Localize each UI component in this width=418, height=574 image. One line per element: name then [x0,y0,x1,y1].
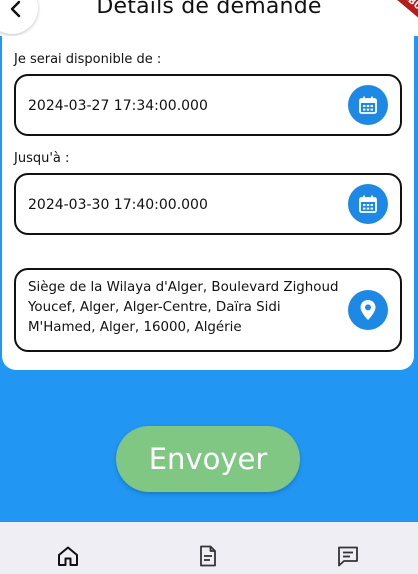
location-button[interactable] [348,290,388,330]
available-to-field[interactable]: 2024-03-30 17:40:00.000 [14,173,402,235]
address-field[interactable]: Siège de la Wilaya d'Alger, Boulevard Zi… [14,268,402,352]
app-bar: Détails de demande DEBUG [0,0,418,36]
page-title: Détails de demande [96,0,322,19]
calendar-icon [359,96,377,114]
send-button[interactable]: Envoyer [116,426,300,492]
chat-icon[interactable] [336,544,360,568]
from-calendar-button[interactable] [348,85,388,125]
calendar-icon [359,195,377,213]
to-calendar-button[interactable] [348,184,388,224]
home-icon[interactable] [56,544,80,568]
available-to-label: Jusqu'à : [14,151,70,166]
available-from-label: Je serai disponible de : [14,52,162,67]
available-to-value: 2024-03-30 17:40:00.000 [28,197,208,213]
available-from-field[interactable]: 2024-03-27 17:34:00.000 [14,74,402,136]
document-icon[interactable] [196,544,220,568]
address-value: Siège de la Wilaya d'Alger, Boulevard Zi… [28,280,339,335]
request-details-card: Je serai disponible de : 2024-03-27 17:3… [2,36,414,370]
location-pin-icon [360,300,376,320]
available-from-value: 2024-03-27 17:34:00.000 [28,98,208,114]
bottom-navigation [0,522,418,574]
